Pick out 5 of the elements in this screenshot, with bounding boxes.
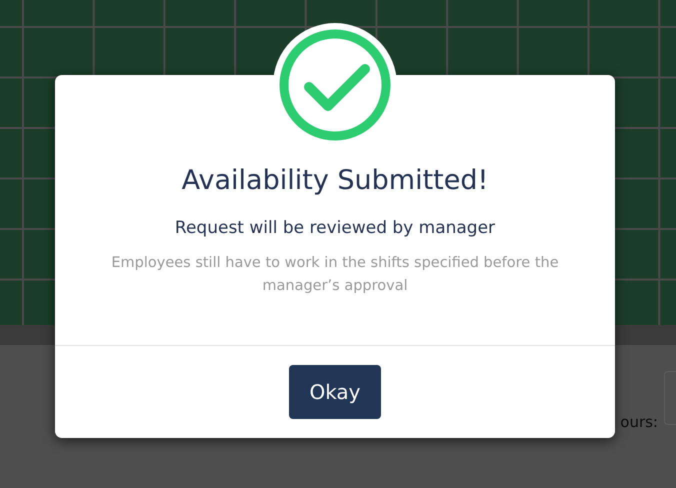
dialog-subtitle: Request will be reviewed by manager <box>174 218 496 238</box>
dialog-title: Availability Submitted! <box>180 165 490 196</box>
field-label: ours: <box>620 413 658 431</box>
dialog-message: Employees still have to work in the shifts specified before the manager’s approval <box>110 254 560 296</box>
okay-button[interactable]: Okay <box>289 365 381 419</box>
